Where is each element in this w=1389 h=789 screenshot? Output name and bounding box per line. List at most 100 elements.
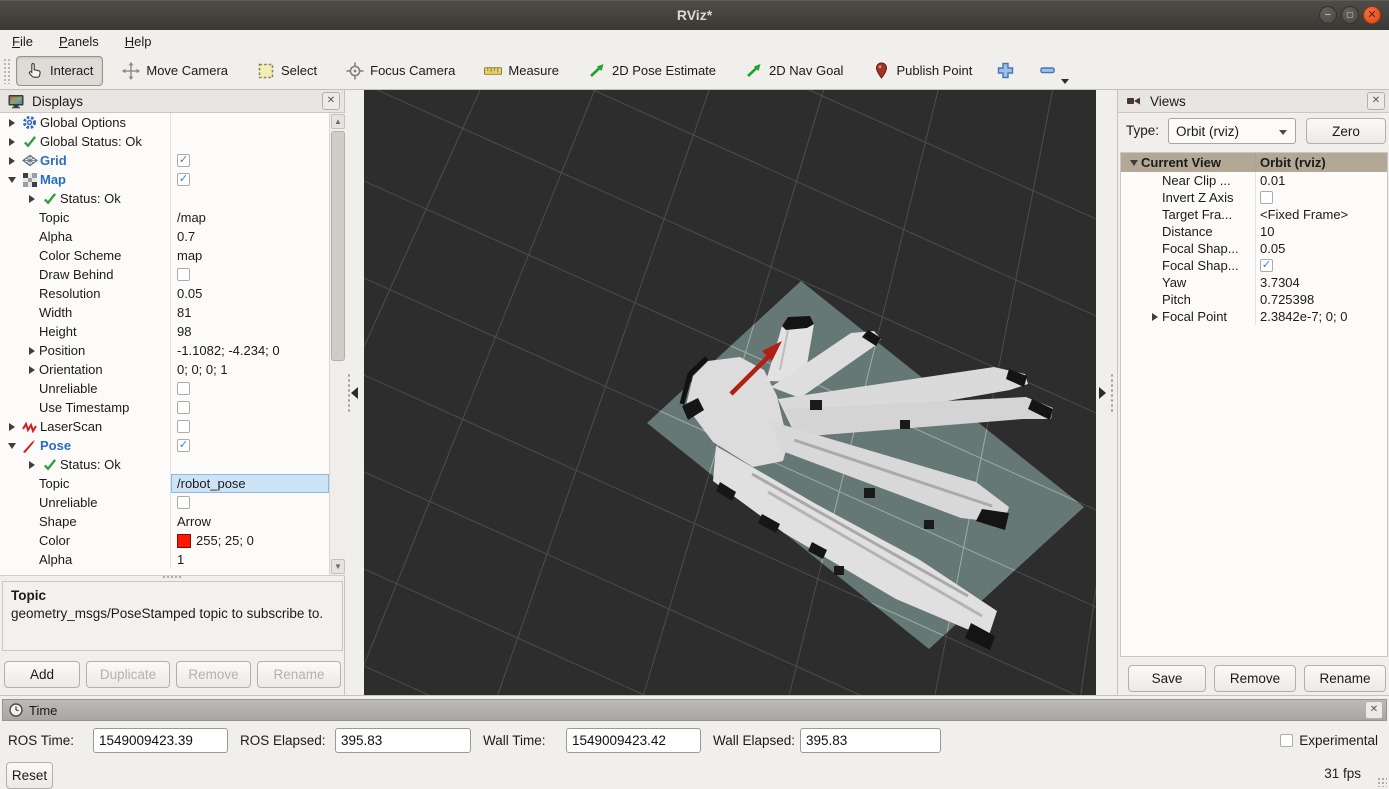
row-value[interactable] <box>170 493 329 512</box>
view-prop-yaw[interactable]: Yaw3.7304 <box>1121 274 1387 291</box>
tree-row-alpha[interactable]: Alpha1 <box>0 550 345 569</box>
row-value[interactable] <box>170 265 329 284</box>
minimize-icon[interactable]: − <box>1319 6 1337 24</box>
expander-collapsed-icon[interactable] <box>9 119 15 127</box>
row-value[interactable]: ✓ <box>1255 257 1387 274</box>
displays-close-icon[interactable]: ✕ <box>322 92 340 110</box>
expander-collapsed-icon[interactable] <box>9 157 15 165</box>
row-value[interactable]: 1 <box>170 550 329 569</box>
row-value[interactable]: /map <box>170 208 329 227</box>
left-splitter[interactable] <box>345 90 364 695</box>
row-value[interactable]: 0.05 <box>170 284 329 303</box>
close-icon[interactable]: ✕ <box>1363 6 1381 24</box>
expander-expanded-icon[interactable] <box>1130 160 1138 166</box>
row-value[interactable]: ✓ <box>170 170 329 189</box>
row-value[interactable]: -1.1082; -4.234; 0 <box>170 341 329 360</box>
right-splitter[interactable] <box>1096 90 1117 695</box>
row-checkbox[interactable] <box>177 382 190 395</box>
row-value[interactable] <box>170 417 329 436</box>
tree-row-topic[interactable]: Topic/map <box>0 208 345 227</box>
tree-row-shape[interactable]: ShapeArrow <box>0 512 345 531</box>
row-checkbox[interactable]: ✓ <box>1260 259 1273 272</box>
row-value[interactable] <box>170 113 329 132</box>
row-checkbox[interactable]: ✓ <box>177 154 190 167</box>
tool-select[interactable]: Select <box>247 56 327 86</box>
row-checkbox[interactable] <box>177 401 190 414</box>
expander-collapsed-icon[interactable] <box>29 195 35 203</box>
tool-publish-point[interactable]: Publish Point <box>862 56 982 86</box>
row-value[interactable]: 0.7 <box>170 227 329 246</box>
view-prop-focal-shap-[interactable]: Focal Shap...✓ <box>1121 257 1387 274</box>
view-type-dropdown[interactable]: Orbit (rviz) <box>1168 118 1296 144</box>
rename-button[interactable]: Rename <box>1304 665 1386 692</box>
row-value[interactable]: 98 <box>170 322 329 341</box>
tree-row-position[interactable]: Position-1.1082; -4.234; 0 <box>0 341 345 360</box>
expander-collapsed-icon[interactable] <box>9 423 15 431</box>
expander-collapsed-icon[interactable] <box>29 461 35 469</box>
expander-collapsed-icon[interactable] <box>29 347 35 355</box>
tool-measure[interactable]: Measure <box>474 56 569 86</box>
tree-row-topic[interactable]: Topic/robot_pose <box>0 474 345 493</box>
wall-time-input[interactable] <box>566 728 701 753</box>
row-value[interactable]: 0; 0; 0; 1 <box>170 360 329 379</box>
row-value[interactable]: 81 <box>170 303 329 322</box>
tool-focus-camera[interactable]: Focus Camera <box>336 56 465 86</box>
tree-row-use-timestamp[interactable]: Use Timestamp <box>0 398 345 417</box>
wall-elapsed-input[interactable] <box>800 728 941 753</box>
tree-row-global-options[interactable]: Global Options <box>0 113 345 132</box>
tree-row-width[interactable]: Width81 <box>0 303 345 322</box>
tree-row-alpha[interactable]: Alpha0.7 <box>0 227 345 246</box>
row-value[interactable] <box>170 189 329 208</box>
row-value[interactable]: 2.3842e-7; 0; 0 <box>1255 308 1387 325</box>
tree-row-height[interactable]: Height98 <box>0 322 345 341</box>
row-value[interactable]: 0.725398 <box>1255 291 1387 308</box>
remove-button[interactable]: Remove <box>1214 665 1296 692</box>
rename-button[interactable]: Rename <box>257 661 341 688</box>
tree-row-unreliable[interactable]: Unreliable <box>0 379 345 398</box>
scroll-down-icon[interactable]: ▼ <box>331 559 345 574</box>
row-checkbox[interactable] <box>177 420 190 433</box>
tool-2d-nav-goal[interactable]: 2D Nav Goal <box>735 56 853 86</box>
experimental-checkbox[interactable] <box>1280 734 1293 747</box>
view-prop-invert-z-axis[interactable]: Invert Z Axis <box>1121 189 1387 206</box>
resize-grip-icon[interactable] <box>1377 777 1387 787</box>
expander-expanded-icon[interactable] <box>8 177 16 183</box>
duplicate-button[interactable]: Duplicate <box>86 661 170 688</box>
tool-move-camera[interactable]: Move Camera <box>112 56 238 86</box>
zero-button[interactable]: Zero <box>1306 118 1386 144</box>
remove-button[interactable]: Remove <box>176 661 251 688</box>
row-value[interactable]: 0.01 <box>1255 172 1387 189</box>
tree-row-laserscan[interactable]: LaserScan <box>0 417 345 436</box>
ros-elapsed-input[interactable] <box>335 728 471 753</box>
row-value[interactable] <box>170 455 329 474</box>
save-button[interactable]: Save <box>1128 665 1206 692</box>
row-value[interactable]: <Fixed Frame> <box>1255 206 1387 223</box>
tree-row-resolution[interactable]: Resolution0.05 <box>0 284 345 303</box>
time-close-icon[interactable]: ✕ <box>1365 701 1383 719</box>
expander-expanded-icon[interactable] <box>8 443 16 449</box>
row-value[interactable]: ✓ <box>170 436 329 455</box>
row-value[interactable]: Arrow <box>170 512 329 531</box>
remove-tool-button[interactable] <box>1033 57 1061 85</box>
ros-time-input[interactable] <box>93 728 228 753</box>
row-value[interactable]: map <box>170 246 329 265</box>
toolbar-drag-handle[interactable] <box>3 58 10 84</box>
view-prop-focal-point[interactable]: Focal Point2.3842e-7; 0; 0 <box>1121 308 1387 325</box>
splitter-grip[interactable] <box>1110 373 1114 413</box>
reset-button[interactable]: Reset <box>6 762 53 789</box>
row-value[interactable]: 255; 25; 0 <box>170 531 329 550</box>
row-value[interactable]: 10 <box>1255 223 1387 240</box>
row-value[interactable]: ✓ <box>170 151 329 170</box>
splitter-grip[interactable] <box>347 373 351 413</box>
row-checkbox[interactable]: ✓ <box>177 439 190 452</box>
tree-row-draw-behind[interactable]: Draw Behind <box>0 265 345 284</box>
view-prop-focal-shap-[interactable]: Focal Shap...0.05 <box>1121 240 1387 257</box>
tree-row-status-ok[interactable]: Status: Ok <box>0 455 345 474</box>
row-value[interactable] <box>170 379 329 398</box>
tool-interact[interactable]: Interact <box>16 56 103 86</box>
row-value[interactable]: 0.05 <box>1255 240 1387 257</box>
row-value[interactable] <box>170 132 329 151</box>
row-checkbox[interactable] <box>177 268 190 281</box>
current-view-header[interactable]: Current View Orbit (rviz) <box>1121 153 1387 172</box>
row-value[interactable] <box>170 398 329 417</box>
